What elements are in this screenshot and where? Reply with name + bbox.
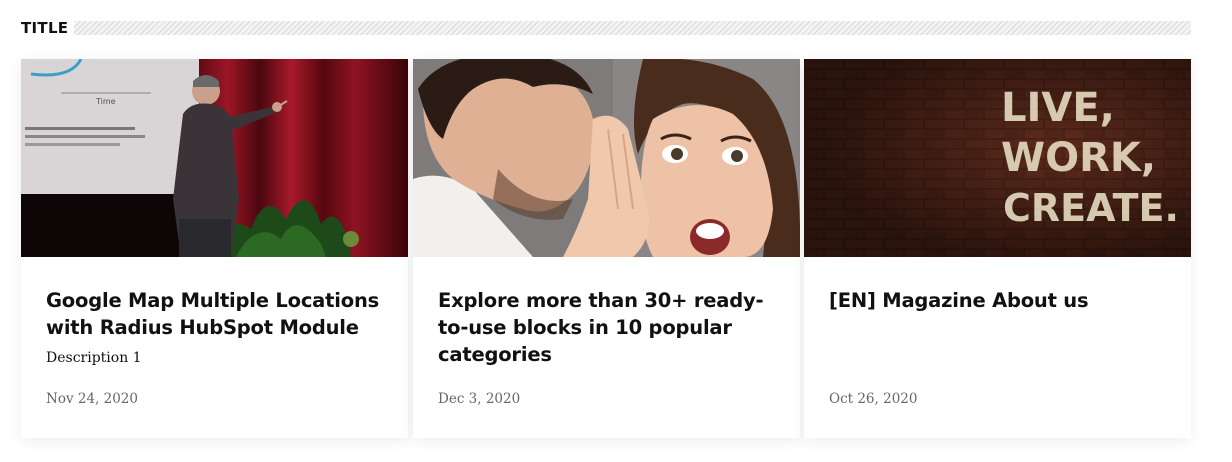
- article-title[interactable]: Google Map Multiple Locations with Radiu…: [46, 287, 386, 341]
- article-date: Dec 3, 2020: [438, 391, 521, 407]
- wall-text-line: WORK,: [1001, 135, 1156, 181]
- section-header: TITLE: [21, 19, 1191, 37]
- slide-text: Time: [95, 97, 116, 106]
- section-title: TITLE: [21, 19, 69, 37]
- article-card[interactable]: LIVE, WORK, CREATE. [EN] Magazine About …: [804, 59, 1191, 438]
- whisper-photo: [413, 59, 800, 257]
- article-card[interactable]: Time Google Map Multiple Locations with …: [21, 59, 408, 438]
- article-date: Oct 26, 2020: [829, 391, 918, 407]
- section-divider: [74, 21, 1191, 35]
- whispering-secret-image[interactable]: [413, 59, 800, 257]
- article-description: Description 1: [46, 350, 142, 366]
- brick-wall-photo: LIVE, WORK, CREATE.: [804, 59, 1191, 257]
- speaker-photo: Time: [21, 59, 408, 257]
- article-title[interactable]: [EN] Magazine About us: [829, 287, 1169, 314]
- brick-wall-image[interactable]: LIVE, WORK, CREATE.: [804, 59, 1191, 257]
- article-title[interactable]: Explore more than 30+ ready-to-use block…: [438, 287, 778, 368]
- article-card-list: Time Google Map Multiple Locations with …: [21, 59, 1191, 438]
- speaker-on-stage-image[interactable]: Time: [21, 59, 408, 257]
- article-card[interactable]: Explore more than 30+ ready-to-use block…: [413, 59, 800, 438]
- wall-text-line: LIVE,: [1001, 85, 1115, 131]
- article-date: Nov 24, 2020: [46, 391, 138, 407]
- wall-text-line: CREATE.: [1003, 186, 1179, 230]
